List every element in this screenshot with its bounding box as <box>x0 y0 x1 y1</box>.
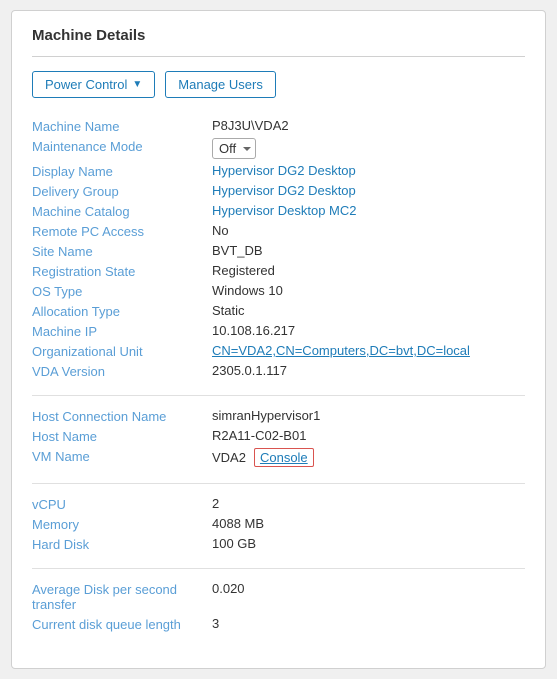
host-connection-row: Host Connection Name simranHypervisor1 <box>32 406 525 426</box>
power-control-label: Power Control <box>45 77 127 92</box>
remote-pc-label: Remote PC Access <box>32 223 212 239</box>
hard-disk-row: Hard Disk 100 GB <box>32 534 525 554</box>
title-divider <box>32 56 525 57</box>
host-name-label: Host Name <box>32 428 212 444</box>
vda-version-value: 2305.0.1.117 <box>212 363 525 378</box>
vm-stats-section: vCPU 2 Memory 4088 MB Hard Disk 100 GB <box>32 494 525 554</box>
avg-disk-value: 0.020 <box>212 581 525 596</box>
toolbar: Power Control ▼ Manage Users <box>32 71 525 98</box>
machine-ip-row: Machine IP 10.108.16.217 <box>32 321 525 341</box>
section-divider-2 <box>32 483 525 484</box>
manage-users-button[interactable]: Manage Users <box>165 71 276 98</box>
page-title: Machine Details <box>32 27 525 44</box>
vda-version-row: VDA Version 2305.0.1.117 <box>32 361 525 381</box>
disk-stats-section: Average Disk per second transfer 0.020 C… <box>32 579 525 634</box>
machine-catalog-row: Machine Catalog Hypervisor Desktop MC2 <box>32 201 525 221</box>
display-name-value[interactable]: Hypervisor DG2 Desktop <box>212 163 356 178</box>
registration-state-value: Registered <box>212 263 525 278</box>
vcpu-value: 2 <box>212 496 525 511</box>
delivery-group-row: Delivery Group Hypervisor DG2 Desktop <box>32 181 525 201</box>
allocation-type-label: Allocation Type <box>32 303 212 319</box>
avg-disk-row: Average Disk per second transfer 0.020 <box>32 579 525 614</box>
host-connection-value: simranHypervisor1 <box>212 408 525 423</box>
machine-name-row: Machine Name P8J3U\VDA2 <box>32 116 525 136</box>
org-unit-label: Organizational Unit <box>32 343 212 359</box>
hard-disk-value: 100 GB <box>212 536 525 551</box>
display-name-label: Display Name <box>32 163 212 179</box>
power-control-button[interactable]: Power Control ▼ <box>32 71 155 98</box>
memory-row: Memory 4088 MB <box>32 514 525 534</box>
machine-ip-value: 10.108.16.217 <box>212 323 525 338</box>
maintenance-mode-row: Maintenance Mode Off On <box>32 136 525 161</box>
remote-pc-row: Remote PC Access No <box>32 221 525 241</box>
vcpu-row: vCPU 2 <box>32 494 525 514</box>
manage-users-label: Manage Users <box>178 77 263 92</box>
host-name-row: Host Name R2A11-C02-B01 <box>32 426 525 446</box>
os-type-value: Windows 10 <box>212 283 525 298</box>
machine-name-value: P8J3U\VDA2 <box>212 118 525 133</box>
chevron-down-icon: ▼ <box>132 79 142 90</box>
machine-catalog-label: Machine Catalog <box>32 203 212 219</box>
vm-name-row: VM Name VDA2 Console <box>32 446 525 469</box>
delivery-group-value[interactable]: Hypervisor DG2 Desktop <box>212 183 356 198</box>
host-connection-label: Host Connection Name <box>32 408 212 424</box>
vda-version-label: VDA Version <box>32 363 212 379</box>
vm-name-value: VDA2 Console <box>212 448 525 467</box>
org-unit-row: Organizational Unit CN=VDA2,CN=Computers… <box>32 341 525 361</box>
memory-value: 4088 MB <box>212 516 525 531</box>
vm-name-label: VM Name <box>32 448 212 464</box>
vm-name-text: VDA2 <box>212 450 246 465</box>
site-name-row: Site Name BVT_DB <box>32 241 525 261</box>
machine-name-label: Machine Name <box>32 118 212 134</box>
site-name-value: BVT_DB <box>212 243 525 258</box>
maintenance-mode-value: Off On <box>212 138 525 159</box>
console-link[interactable]: Console <box>254 448 314 467</box>
delivery-group-label: Delivery Group <box>32 183 212 199</box>
vm-name-container: VDA2 Console <box>212 448 525 467</box>
vcpu-label: vCPU <box>32 496 212 512</box>
host-details-section: Host Connection Name simranHypervisor1 H… <box>32 406 525 469</box>
machine-details-panel: Machine Details Power Control ▼ Manage U… <box>11 10 546 669</box>
maintenance-mode-label: Maintenance Mode <box>32 138 212 154</box>
org-unit-value[interactable]: CN=VDA2,CN=Computers,DC=bvt,DC=local <box>212 343 470 358</box>
memory-label: Memory <box>32 516 212 532</box>
maintenance-mode-select[interactable]: Off On <box>212 138 256 159</box>
machine-ip-label: Machine IP <box>32 323 212 339</box>
os-type-label: OS Type <box>32 283 212 299</box>
allocation-type-row: Allocation Type Static <box>32 301 525 321</box>
remote-pc-value: No <box>212 223 525 238</box>
avg-disk-label: Average Disk per second transfer <box>32 581 212 612</box>
host-name-value: R2A11-C02-B01 <box>212 428 525 443</box>
disk-queue-label: Current disk queue length <box>32 616 212 632</box>
registration-state-label: Registration State <box>32 263 212 279</box>
display-name-row: Display Name Hypervisor DG2 Desktop <box>32 161 525 181</box>
machine-details-section: Machine Name P8J3U\VDA2 Maintenance Mode… <box>32 116 525 381</box>
disk-queue-row: Current disk queue length 3 <box>32 614 525 634</box>
section-divider-3 <box>32 568 525 569</box>
registration-state-row: Registration State Registered <box>32 261 525 281</box>
site-name-label: Site Name <box>32 243 212 259</box>
allocation-type-value: Static <box>212 303 525 318</box>
disk-queue-value: 3 <box>212 616 525 631</box>
machine-catalog-value[interactable]: Hypervisor Desktop MC2 <box>212 203 357 218</box>
hard-disk-label: Hard Disk <box>32 536 212 552</box>
section-divider-1 <box>32 395 525 396</box>
os-type-row: OS Type Windows 10 <box>32 281 525 301</box>
